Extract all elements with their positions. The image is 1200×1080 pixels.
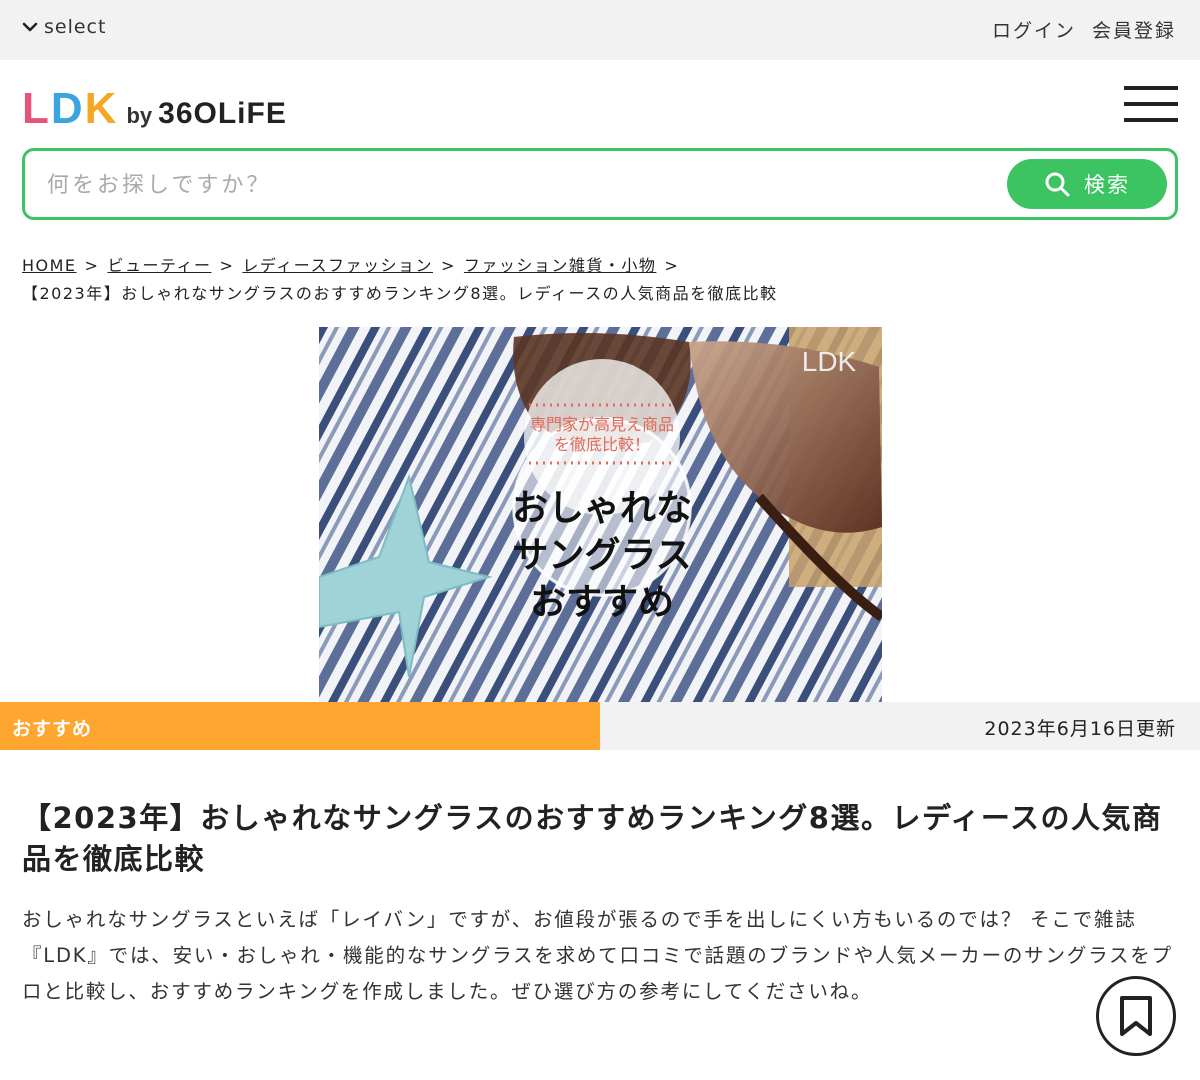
site-logo[interactable]: LDK by 36OLiFE	[22, 84, 287, 134]
logo-brand: 36OLiFE	[158, 97, 287, 130]
search-icon	[1045, 172, 1070, 197]
meta-band: おすすめ 2023年6月16日更新	[0, 702, 1200, 750]
breadcrumb-current: 【2023年】おしゃれなサングラスのおすすめランキング8選。レディースの人気商品…	[22, 284, 778, 303]
search-input[interactable]	[47, 165, 987, 205]
logo-by: by	[126, 103, 153, 128]
bookmark-icon	[1120, 996, 1152, 1036]
sunglasses-photo: 専門家が高見え商品 を徹底比較！ おしゃれな サングラス おすすめ LDK	[319, 327, 882, 702]
logo-letter-l: L	[22, 84, 51, 133]
article-lead: おしゃれなサングラスといえば「レイバン」ですが、お値段が張るので手を出しにくい方…	[22, 908, 1173, 1003]
login-link[interactable]: ログイン	[992, 16, 1076, 43]
updated-date: 2023年6月16日更新	[984, 718, 1176, 740]
search-button[interactable]: 検索	[1007, 159, 1167, 209]
logo-letter-k: K	[84, 84, 119, 133]
article-title: 【2023年】おしゃれなサングラスのおすすめランキング8選。レディースの人気商品…	[22, 801, 1163, 876]
select-toggle[interactable]: select	[22, 16, 106, 38]
breadcrumb-home[interactable]: HOME	[22, 256, 77, 275]
breadcrumb-fashion-goods[interactable]: ファッション雑貨・小物	[464, 256, 657, 275]
hamburger-icon	[1124, 86, 1178, 90]
hero-headline-line2: サングラス	[512, 535, 691, 576]
hero-badge-line1: 専門家が高見え商品	[530, 415, 674, 434]
hero-watermark: LDK	[802, 346, 857, 377]
category-tag[interactable]: おすすめ	[0, 702, 600, 750]
breadcrumb-beauty[interactable]: ビューティー	[107, 256, 211, 275]
hero-image: 専門家が高見え商品 を徹底比較！ おしゃれな サングラス おすすめ LDK	[319, 327, 882, 702]
bookmark-button[interactable]	[1096, 976, 1176, 1056]
top-bar: select ログイン 会員登録	[0, 0, 1200, 60]
register-link[interactable]: 会員登録	[1092, 16, 1176, 43]
breadcrumb-separator: >	[84, 256, 100, 275]
hero-headline-line3: おすすめ	[530, 582, 674, 623]
breadcrumb: HOME > ビューティー > レディースファッション > ファッション雑貨・小物 > 【20…	[22, 256, 778, 303]
breadcrumb-ladies-fashion[interactable]: レディースファッション	[242, 256, 433, 275]
hero-headline-line1: おしゃれな	[512, 488, 692, 529]
hamburger-menu-button[interactable]	[1124, 86, 1178, 124]
search-button-label: 検索	[1084, 173, 1130, 197]
account-links: ログイン 会員登録	[992, 16, 1176, 43]
logo-ldk: LDK	[22, 84, 118, 134]
logo-letter-d: D	[50, 84, 85, 133]
select-label: select	[44, 16, 107, 38]
search-bar: 検索	[22, 148, 1178, 220]
hero-badge-line2: を徹底比較！	[554, 435, 650, 454]
chevron-down-icon	[22, 22, 38, 32]
